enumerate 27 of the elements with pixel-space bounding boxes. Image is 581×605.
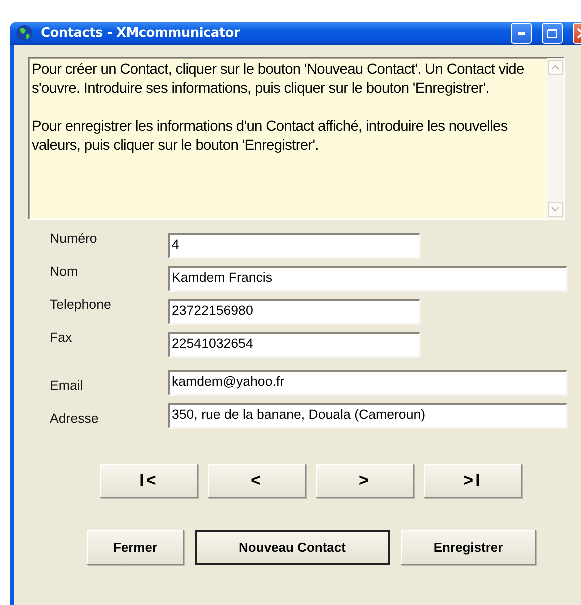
minimize-icon <box>518 32 525 35</box>
field-label: Telephone <box>50 297 112 314</box>
globe-icon <box>16 25 33 42</box>
field-label: Email <box>50 378 84 395</box>
navigation-button[interactable]: > <box>316 464 414 498</box>
action-button[interactable]: Fermer <box>87 530 184 565</box>
help-paragraph: Pour enregistrer les informations d'un Contact affiché, introduire les nouvelles valeurs, puis cliquer sur le bouton 'Enregistrer'. <box>32 118 509 156</box>
field-label: Numéro <box>50 231 98 248</box>
field-label: Nom <box>50 264 80 281</box>
navigation-button[interactable]: >I <box>424 464 522 498</box>
action-button[interactable]: Enregistrer <box>401 530 536 565</box>
maximize-button[interactable] <box>542 23 563 44</box>
field-label: Fax <box>50 330 74 347</box>
input-field[interactable]: kamdem@yahoo.fr <box>168 370 568 396</box>
navigation-button[interactable]: I< <box>100 464 198 498</box>
input-field[interactable]: 22541032654 <box>168 332 421 358</box>
help-paragraph: Pour créer un Contact, cliquer sur le bouton 'Nouveau Contact'. Un Contact vide s'ouvre. Introduire ses informations, puis cliquer sur le bouton 'Enregistrer'. <box>32 61 526 99</box>
minimize-button[interactable] <box>511 23 532 44</box>
input-field[interactable]: 23722156980 <box>168 299 421 325</box>
input-field[interactable]: Kamdem Francis <box>168 266 568 292</box>
field-label: Adresse <box>50 411 100 428</box>
maximize-icon <box>547 28 558 38</box>
input-field[interactable]: 4 <box>168 233 421 259</box>
default-button[interactable]: Nouveau Contact <box>195 530 390 565</box>
window-title: Contacts - XMcommunicator <box>41 26 242 41</box>
input-field[interactable]: 350, rue de la banane, Douala (Cameroun) <box>168 403 568 429</box>
navigation-button[interactable]: < <box>208 464 306 498</box>
